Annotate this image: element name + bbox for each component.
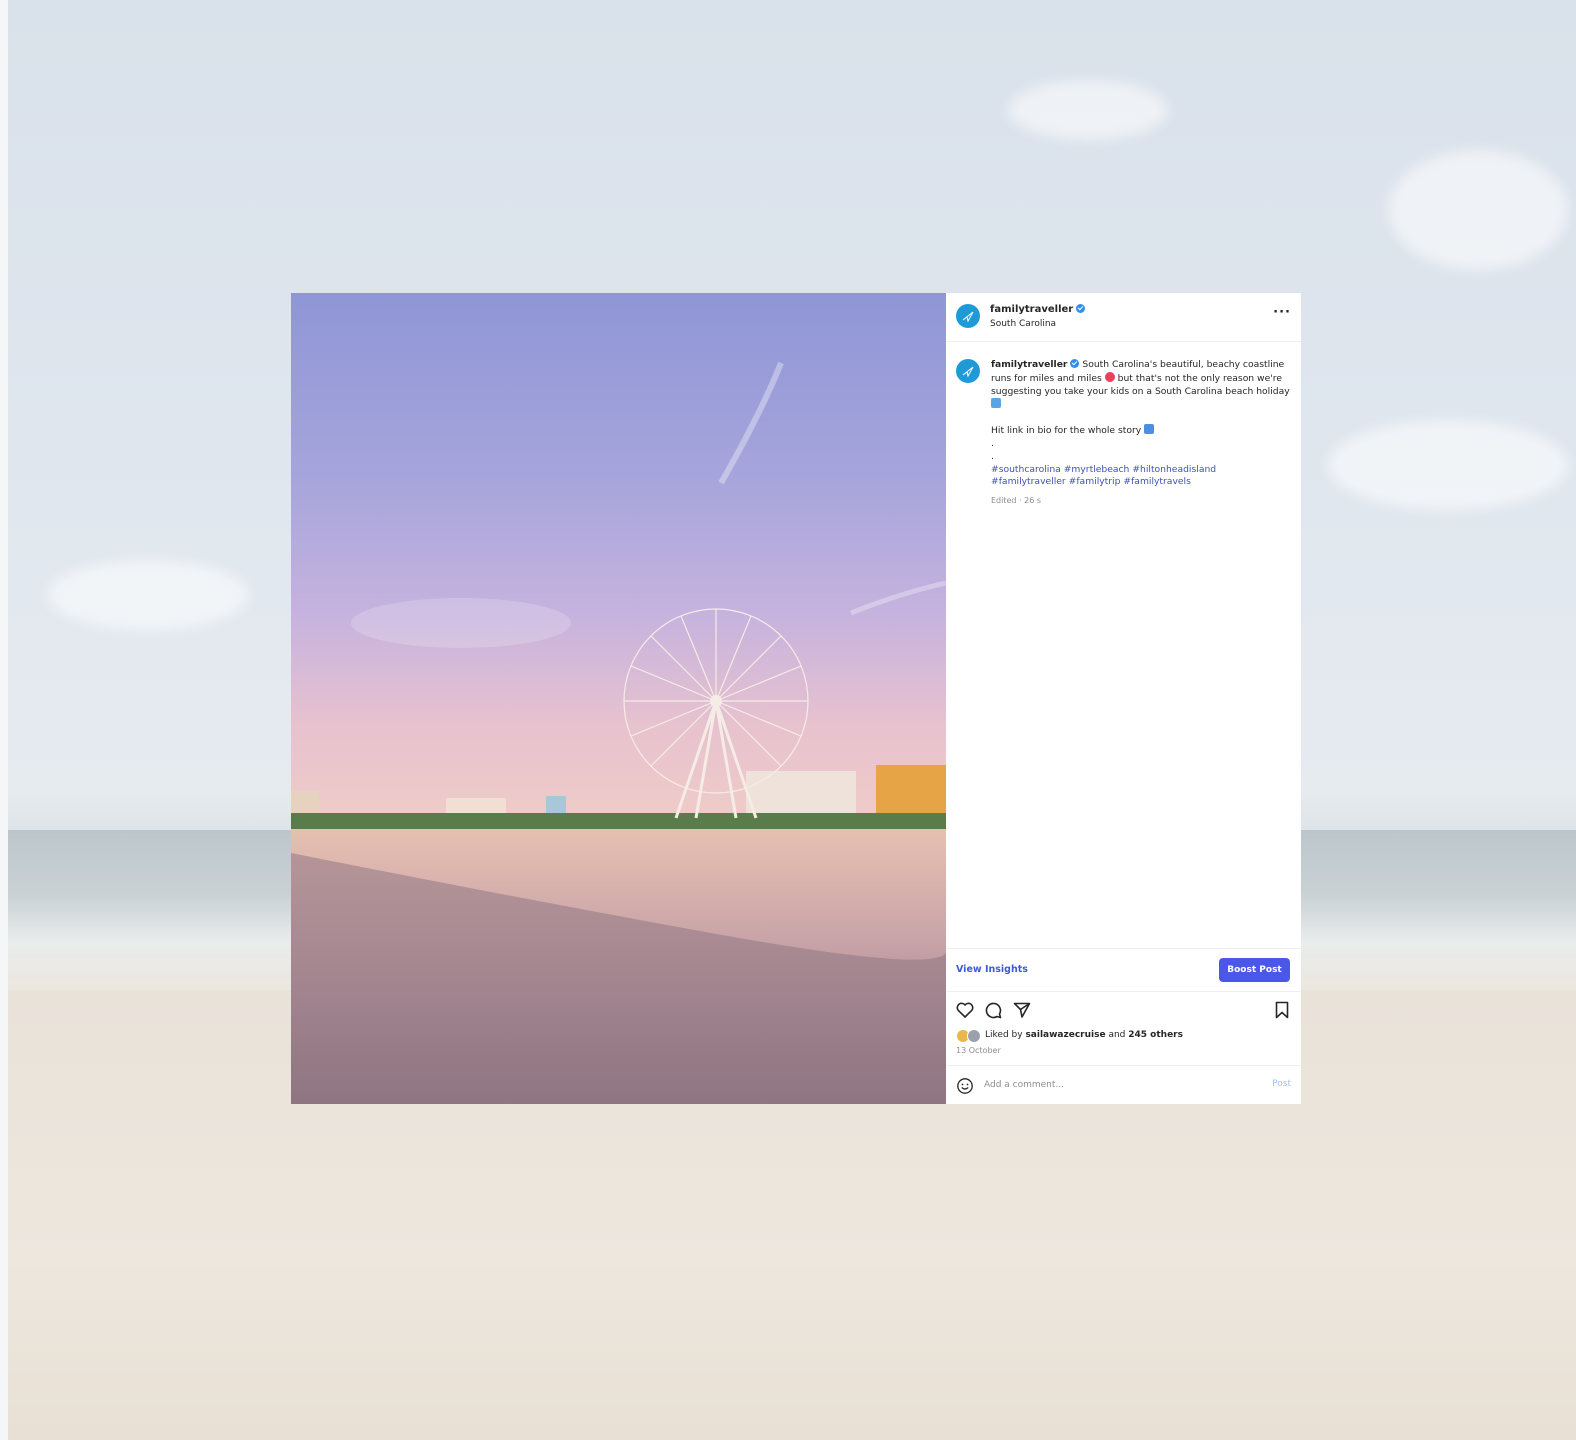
post-photo[interactable] xyxy=(291,293,946,1104)
bg-cloud xyxy=(1388,150,1568,270)
post-header: familytraveller South Carolina ··· xyxy=(946,293,1301,342)
paper-plane-logo-icon xyxy=(962,311,974,323)
post-date: 13 October xyxy=(956,1046,1001,1055)
header-username-row: familytraveller xyxy=(990,303,1086,316)
hashtag-link[interactable]: #myrtlebeach xyxy=(1064,464,1130,475)
likes-prefix: Liked by xyxy=(985,1030,1023,1040)
link-line-text: Hit link in bio for the whole story xyxy=(991,425,1142,437)
post-side-panel: familytraveller South Carolina ··· famil… xyxy=(946,293,1301,1104)
hashtag-link[interactable]: #southcarolina xyxy=(991,464,1061,475)
comment-input[interactable] xyxy=(984,1078,1244,1092)
post-location[interactable]: South Carolina xyxy=(990,318,1056,330)
heart-icon[interactable] xyxy=(955,1000,975,1020)
caption-link-line: Hit link in bio for the whole story xyxy=(991,424,1291,438)
hashtag-link[interactable]: #familytraveller xyxy=(991,476,1066,487)
heart-eyes-emoji-icon xyxy=(1104,371,1115,382)
liker-avatar xyxy=(967,1029,981,1043)
emoji-smile-icon[interactable] xyxy=(956,1077,974,1095)
comment-bar: Post xyxy=(946,1065,1301,1105)
verified-badge-icon xyxy=(1070,359,1080,368)
paper-plane-logo-icon xyxy=(962,366,974,378)
hashtag-link[interactable]: #familytravels xyxy=(1123,476,1191,487)
right-arrow-emoji-icon xyxy=(1144,424,1155,435)
caption-paragraph: familytraveller South Carolina's beautif… xyxy=(991,359,1291,412)
post-caption: familytraveller South Carolina's beautif… xyxy=(991,359,1291,508)
post-modal: familytraveller South Carolina ··· famil… xyxy=(291,293,1301,1104)
verified-badge-icon xyxy=(1076,304,1086,313)
share-icon[interactable] xyxy=(1012,1000,1032,1020)
wave-emoji-icon xyxy=(991,398,1001,409)
liker-avatars xyxy=(956,1029,982,1043)
likes-and: and xyxy=(1108,1030,1126,1040)
liker-username[interactable]: sailawazecruise xyxy=(1025,1029,1105,1041)
likes-others-link[interactable]: 245 others xyxy=(1128,1029,1183,1041)
more-horizontal-icon[interactable]: ··· xyxy=(1273,305,1291,320)
post-comment-button[interactable]: Post xyxy=(1272,1079,1291,1089)
post-actions xyxy=(946,998,1301,1022)
likes-summary: Liked by sailawazecruise and 245 others xyxy=(956,1029,1183,1043)
caption-username[interactable]: familytraveller xyxy=(991,359,1067,370)
bg-cloud xyxy=(1328,420,1568,510)
edited-timestamp: Edited · 26 s xyxy=(991,496,1042,506)
caption-dot-1: . xyxy=(991,437,994,449)
account-avatar[interactable] xyxy=(956,304,980,328)
hashtag-list: #southcarolina #myrtlebeach #hiltonheadi… xyxy=(991,464,1291,490)
comment-icon[interactable] xyxy=(983,1000,1003,1020)
view-insights-link[interactable]: View Insights xyxy=(956,964,1028,975)
bookmark-icon[interactable] xyxy=(1272,1000,1292,1020)
ferris-wheel-beach-photo xyxy=(291,293,946,1104)
header-username[interactable]: familytraveller xyxy=(990,304,1073,315)
caption-avatar[interactable] xyxy=(956,359,980,383)
bg-cloud xyxy=(1008,80,1168,140)
boost-post-button[interactable]: Boost Post xyxy=(1219,958,1290,982)
bg-cloud xyxy=(48,560,248,630)
hashtag-link[interactable]: #hiltonheadisland xyxy=(1132,464,1216,475)
hashtag-link[interactable]: #familytrip xyxy=(1069,476,1121,487)
caption-dot-2: . xyxy=(991,450,994,462)
insights-bar: View Insights Boost Post xyxy=(946,948,1301,992)
